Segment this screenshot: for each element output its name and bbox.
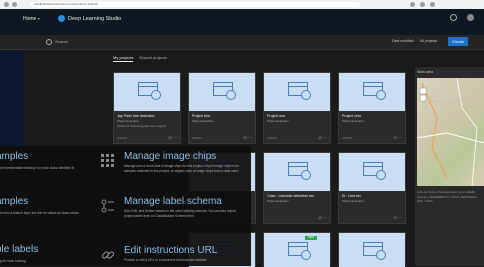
app-logo-icon [58, 15, 65, 22]
image-icon [363, 82, 386, 100]
project-thumbnail [189, 73, 255, 111]
card-type: Object detection [267, 119, 289, 123]
edit-instructions-url-link[interactable]: Edit instructions URL [124, 245, 217, 256]
overlay-left-title: ple labels [0, 244, 39, 255]
card-actions-icon[interactable]: ◴ ⋯ [168, 135, 177, 140]
side-strip [0, 35, 24, 146]
browser-bar: pakdhabshbtek.bitmsdrnrnonilqumhmlm.kiii… [0, 0, 484, 9]
project-card[interactable]: Jay Palm tree detection Object detection… [113, 72, 181, 144]
project-thumbnail [114, 73, 180, 111]
create-button[interactable]: Create [448, 37, 468, 46]
sort-dropdown[interactable]: Date modified [392, 39, 414, 43]
search-input[interactable] [55, 38, 215, 44]
project-thumbnail [264, 233, 330, 267]
project-card[interactable]: El - Unit set Object detection ◴ ⋯ [338, 152, 406, 224]
overlay-left-title: amples [0, 196, 29, 207]
card-title: Case - manhole detection est [267, 194, 314, 198]
card-type: Object detection [117, 119, 139, 123]
card-date: 4/26/23 [192, 136, 203, 140]
manage-image-chips-link[interactable]: Manage image chips [124, 151, 216, 162]
url-text: pakdhabshbtek.bitmsdrnrnonilqumhmlm.kiii… [34, 2, 99, 6]
label-schema-icon [101, 199, 114, 213]
project-thumbnail [339, 153, 405, 191]
tab-my-projects[interactable]: My projects [113, 55, 134, 62]
map-title: Work area [417, 70, 434, 74]
card-type: Object detection [267, 199, 289, 203]
image-icon [288, 242, 311, 260]
card-date: 4/16/23 [117, 136, 128, 140]
menu-icon[interactable] [430, 2, 435, 7]
tab-shared-projects[interactable]: Shared projects [139, 55, 167, 60]
card-date: 2/28/23 [267, 136, 278, 140]
card-description: Model for detecting palm tree objects [117, 124, 167, 128]
image-icon [288, 82, 311, 100]
overlay-left-title: amples [0, 151, 29, 162]
status-badge: NEW [305, 236, 317, 240]
image-icon [138, 82, 161, 100]
overlay-left-desc: g for each training [0, 259, 26, 263]
card-type: Object detection [192, 119, 214, 123]
card-title: Jay Palm tree detection [117, 114, 155, 118]
image-icon [288, 162, 311, 180]
link-icon [101, 251, 115, 259]
card-actions-icon[interactable]: ◴ ⋯ [318, 215, 327, 220]
image-icon [213, 82, 236, 100]
project-card[interactable]: Project one Object detection 2/28/23 ◴ ⋯ [263, 72, 331, 144]
card-type: Object detection [342, 119, 364, 123]
manage-label-schema-desc: Add, Edit, and Delete classes in the cla… [124, 209, 236, 218]
project-thumbnail [339, 73, 405, 111]
card-type: Object detection [342, 199, 364, 203]
card-actions-icon[interactable]: ◴ ⋯ [393, 135, 402, 140]
avatar[interactable] [467, 14, 474, 21]
card-title: El - Unit set [342, 194, 361, 198]
map-attribution: Arizona Dept of Transportation, Esri, HE… [417, 190, 478, 203]
profile-icon[interactable] [420, 2, 425, 7]
manage-label-schema-link[interactable]: Manage label schema [124, 196, 222, 207]
project-thumbnail [264, 153, 330, 191]
project-thumbnail [339, 233, 405, 267]
back-icon[interactable] [4, 2, 9, 7]
image-chips-icon [101, 154, 114, 167]
overlay-left-desc: ct representative training t for each cl… [0, 166, 75, 170]
chevron-down-icon: ▾ [37, 16, 40, 21]
map-view[interactable] [417, 78, 484, 186]
project-card[interactable]: Project test Object detection 4/26/23 ◴ … [188, 72, 256, 144]
home-menu[interactable]: Home ▾ [23, 16, 40, 22]
card-title: Project zero [342, 114, 362, 118]
overlay-left-desc: ls from a feature layer into the ve valu… [0, 211, 80, 215]
map-roads [417, 78, 484, 186]
filter-dropdown[interactable]: All projects [420, 39, 437, 43]
project-card[interactable] [338, 232, 406, 267]
card-title: Project one [267, 114, 286, 118]
extension-icon[interactable] [410, 2, 415, 7]
refresh-icon[interactable] [12, 2, 17, 7]
app-title: Deep Learning Studio [68, 16, 122, 22]
edit-instructions-url-desc: Provide or edit a URL to a document that… [124, 258, 207, 262]
card-date: 4/26/23 [342, 136, 353, 140]
help-icon[interactable] [450, 14, 457, 21]
address-bar[interactable]: pakdhabshbtek.bitmsdrnrnonilqumhmlm.kiii… [30, 2, 360, 7]
search-icon [46, 39, 52, 45]
project-thumbnail [264, 73, 330, 111]
card-actions-icon[interactable]: ◴ ⋯ [243, 135, 252, 140]
card-actions-icon[interactable]: ◴ ⋯ [318, 135, 327, 140]
card-title: Project test [192, 114, 210, 118]
project-card[interactable] [263, 232, 331, 267]
card-actions-icon[interactable]: ◴ ⋯ [393, 215, 402, 220]
home-label: Home [23, 16, 37, 22]
image-icon [363, 242, 386, 260]
project-card[interactable]: Case - manhole detection est Object dete… [263, 152, 331, 224]
app-header [0, 9, 484, 35]
manage-image-chips-desc: Manage one or more sets of image chips f… [124, 164, 240, 173]
project-card[interactable]: Project zero Object detection 4/26/23 ◴ … [338, 72, 406, 144]
image-icon [363, 162, 386, 180]
